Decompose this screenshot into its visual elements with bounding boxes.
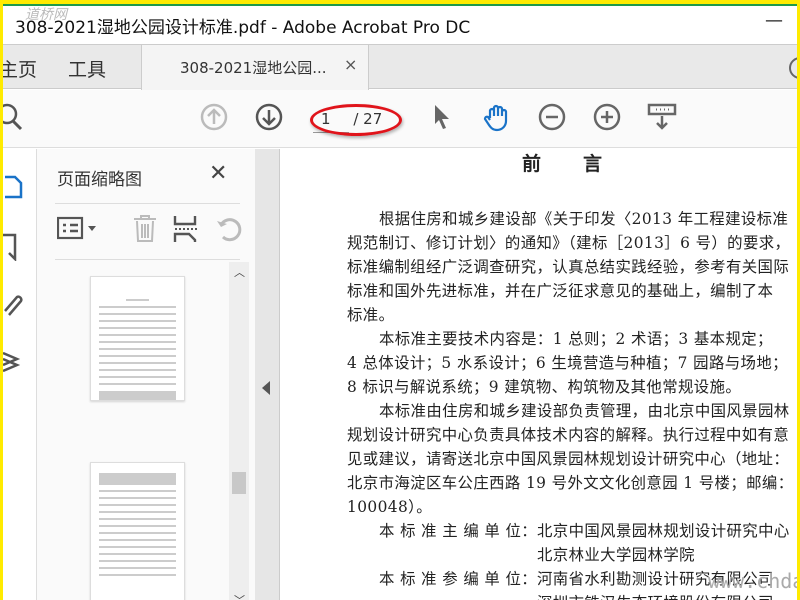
previous-page-icon[interactable] bbox=[199, 102, 229, 132]
select-cursor-icon[interactable] bbox=[427, 102, 457, 132]
document-text-line: 规范制订、修订计划〉的通知》（建标［2013］6 号）的要求， bbox=[347, 234, 791, 252]
thumbnail-scrollbar[interactable]: ︿ ﹀ bbox=[229, 262, 249, 600]
document-text-line: 标准编制组经广泛调查研究，认真总结实践经验，参考有关国际 bbox=[347, 258, 790, 276]
insert-page-icon[interactable] bbox=[173, 215, 199, 243]
help-icon[interactable] bbox=[789, 57, 797, 79]
next-page-icon[interactable] bbox=[254, 102, 284, 132]
document-text-line: 标准和国外先进标准，并在广泛征求意见的基础上，编制了本 bbox=[347, 282, 774, 300]
document-text-line: 4 总体设计；5 水系设计；6 生境营造与种植；7 园路与场地； bbox=[347, 354, 788, 372]
bookmarks-icon[interactable] bbox=[3, 231, 23, 261]
panel-title: 页面缩略图 bbox=[57, 170, 142, 190]
document-text-line: 北京市海淀区车公庄西路 19 号外文文化创意园 1 号楼；邮编： bbox=[347, 474, 794, 492]
document-text-line: 根据住房和城乡建设部《关于印发〈2013 年工程建设标准 bbox=[379, 210, 789, 228]
document-text-line: 见或建议，请寄送北京中国风景园林规划设计研究中心（地址： bbox=[347, 450, 790, 468]
document-text-line: 8 标识与解说系统；9 建筑物、构筑物及其他常规设施。 bbox=[347, 378, 742, 396]
search-icon[interactable] bbox=[3, 102, 27, 132]
thumbnail-options-icon[interactable] bbox=[57, 215, 101, 243]
document-text-line: 北京中国风景园林规划设计研究中心 bbox=[537, 522, 790, 540]
rotate-page-icon[interactable] bbox=[215, 215, 243, 243]
tab-bar: 主页 工具 308-2021湿地公园... × bbox=[3, 44, 797, 90]
toolbar: 1 / 27 bbox=[3, 90, 797, 148]
tab-document[interactable]: 308-2021湿地公园... × bbox=[141, 45, 369, 90]
document-text-line: 规划设计研究中心负责具体技术内容的解释。执行过程中如有意 bbox=[347, 426, 790, 444]
document-text-line: 本 标 准 主 编 单 位： bbox=[379, 522, 538, 540]
tab-home[interactable]: 主页 bbox=[3, 55, 37, 82]
title-bar: 道桥网 308-2021湿地公园设计标准.pdf - Adobe Acrobat… bbox=[3, 6, 797, 44]
thumbnail-list: 18 bbox=[55, 262, 231, 600]
navigation-rail bbox=[3, 149, 37, 600]
zoom-out-icon[interactable] bbox=[537, 102, 567, 132]
acrobat-window: 道桥网 308-2021湿地公园设计标准.pdf - Adobe Acrobat… bbox=[3, 4, 797, 600]
red-annotation-ellipse bbox=[310, 104, 402, 136]
scroll-up-icon[interactable]: ︿ bbox=[234, 264, 245, 280]
watermark-text: www.chdao.com bbox=[708, 569, 797, 593]
document-text-line: 本标准主要技术内容是：1 总则；2 术语；3 基本规定； bbox=[379, 330, 773, 348]
attachments-icon[interactable] bbox=[3, 289, 23, 319]
hand-tool-icon[interactable] bbox=[482, 102, 512, 132]
page-thumbnails-panel: 页面缩略图 ✕ 18 ︿ ﹀ bbox=[37, 149, 255, 600]
page-thumbnail-19[interactable] bbox=[90, 462, 185, 600]
close-tab-button[interactable]: × bbox=[344, 55, 357, 74]
window-title: 308-2021湿地公园设计标准.pdf - Adobe Acrobat Pro… bbox=[15, 18, 471, 38]
document-tab-label: 308-2021湿地公园... bbox=[180, 59, 327, 77]
panel-splitter[interactable] bbox=[255, 149, 279, 600]
document-text-line: 100048）。 bbox=[347, 498, 433, 516]
delete-page-icon[interactable] bbox=[131, 213, 159, 243]
document-view[interactable]: 前言 根据住房和城乡建设部《关于印发〈2013 年工程建设标准规范制订、修订计划… bbox=[279, 149, 797, 600]
page-thumbnail-18[interactable] bbox=[90, 276, 185, 401]
keyboard-download-icon[interactable] bbox=[647, 102, 677, 132]
collapse-panel-icon[interactable] bbox=[261, 381, 271, 395]
page-thumbnails-icon[interactable] bbox=[3, 171, 23, 201]
minimize-button[interactable]: — bbox=[765, 10, 783, 31]
zoom-in-icon[interactable] bbox=[592, 102, 622, 132]
scrollbar-thumb[interactable] bbox=[232, 472, 246, 494]
tab-tools[interactable]: 工具 bbox=[68, 55, 106, 82]
document-text-line: 标准。 bbox=[347, 306, 395, 324]
document-heading: 前言 bbox=[522, 153, 645, 175]
close-panel-button[interactable]: ✕ bbox=[209, 161, 227, 186]
document-text-line: 本 标 准 参 编 单 位： bbox=[379, 570, 538, 588]
document-text-line: 本标准由住房和城乡建设部负责管理，由北京中国风景园林 bbox=[379, 402, 790, 420]
document-text-line: 北京林业大学园林学院 bbox=[537, 546, 695, 564]
scroll-down-icon[interactable]: ﹀ bbox=[234, 592, 245, 600]
layers-icon[interactable] bbox=[3, 345, 23, 375]
